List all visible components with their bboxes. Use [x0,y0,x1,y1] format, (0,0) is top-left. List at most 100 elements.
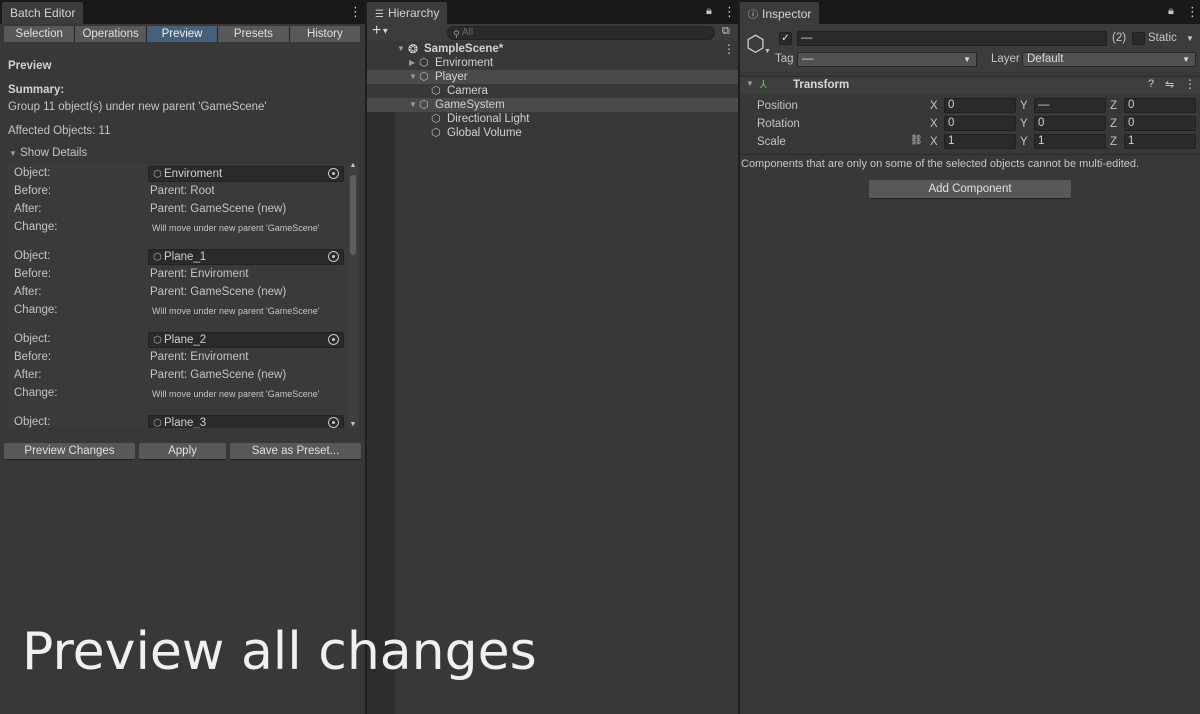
hierarchy-item-directional-light[interactable]: ⬡ Directional Light [367,112,738,126]
axis-x-label[interactable]: X [930,118,938,130]
scale-label: Scale [757,136,786,148]
scale-y-field[interactable]: 1 [1034,134,1106,149]
kebab-menu-icon[interactable]: ⋮ [349,4,362,20]
object-picker-icon[interactable] [328,417,339,428]
hierarchy-toolbar: +▼ ⚲ All ⧉ [367,22,738,41]
collapsed-arrow-icon: ▶ [409,58,416,67]
gameobject-cube-icon: ⬡ [419,57,429,69]
axis-x-label[interactable]: X [930,100,938,112]
rotation-y-field[interactable]: 0 [1034,116,1106,131]
tab-batch-editor[interactable]: Batch Editor [2,2,84,24]
create-plus-icon[interactable]: +▼ [372,22,389,40]
scale-x-field[interactable]: 1 [944,134,1016,149]
tab-history[interactable]: History [289,26,361,42]
tab-preview[interactable]: Preview [146,26,218,42]
scene-search-icon[interactable]: ⧉ [722,25,730,38]
component-menu-icon[interactable]: ⋮ [1184,77,1196,91]
axis-z-label[interactable]: Z [1110,118,1117,130]
show-details-foldout[interactable]: ▼ Show Details [9,147,87,159]
gameobject-cube-icon: ⬡ [431,113,441,125]
hierarchy-item-global-volume[interactable]: ⬡ Global Volume [367,126,738,140]
tag-dropdown[interactable]: — ▼ [797,52,977,67]
panel-splitter[interactable] [365,0,367,714]
details-scroll-view[interactable]: Object: Before: After: Change: ⬡ Enviroment Pa… [4,163,360,428]
tab-inspector[interactable]: ⓘ Inspector [740,2,820,24]
object-name-field[interactable]: — [797,31,1107,46]
summary-text: Group 11 object(s) under new parent 'Gam… [8,101,267,113]
lock-icon[interactable]: 🔒︎ [706,5,712,18]
active-checkbox[interactable]: ✓ [779,32,792,45]
object-field[interactable]: ⬡ Plane_1 [148,249,344,265]
scroll-down-arrow-icon[interactable]: ▼ [348,421,358,428]
kebab-menu-icon[interactable]: ⋮ [1186,4,1199,20]
apply-button[interactable]: Apply [139,443,226,460]
scene-menu-icon[interactable]: ⋮ [723,42,735,56]
kebab-menu-icon[interactable]: ⋮ [723,4,736,20]
tab-selection[interactable]: Selection [4,26,75,42]
detail-object-label: Object: [14,416,51,428]
hierarchy-item-label: Directional Light [447,113,530,125]
detail-before-label: Before: [14,185,52,197]
presets-sliders-icon[interactable]: ⇋ [1165,78,1174,91]
chevron-down-icon: ▼ [963,55,971,64]
hierarchy-tabbar: ☰ Hierarchy 🔒︎ ⋮ [367,0,738,24]
preview-changes-button[interactable]: Preview Changes [4,443,135,460]
scroll-thumb[interactable] [350,175,356,255]
object-picker-icon[interactable] [328,334,339,345]
detail-before-value: Parent: Enviroment [150,351,249,363]
object-field[interactable]: ⬡ Plane_2 [148,332,344,348]
axis-x-label[interactable]: X [930,136,938,148]
tab-presets[interactable]: Presets [218,26,289,42]
object-field[interactable]: ⬡ Plane_3 [148,415,344,428]
scroll-up-arrow-icon[interactable]: ▲ [348,163,358,169]
object-picker-icon[interactable] [328,251,339,262]
detail-before-value: Parent: Enviroment [150,268,249,280]
axis-y-label[interactable]: Y [1020,100,1028,112]
scale-z-field[interactable]: 1 [1124,134,1196,149]
add-component-button[interactable]: Add Component [869,180,1071,199]
constrain-proportions-link-icon[interactable]: ⛓ [910,135,923,146]
help-icon[interactable]: ? [1148,78,1154,90]
static-checkbox[interactable] [1132,32,1145,45]
rotation-x-field[interactable]: 0 [944,116,1016,131]
axis-z-label[interactable]: Z [1110,100,1117,112]
panel-splitter[interactable] [738,0,740,714]
expanded-arrow-icon: ▼ [409,72,417,81]
axis-y-label[interactable]: Y [1020,136,1028,148]
position-y-field[interactable]: — [1034,98,1106,113]
icon-dropdown-caret-icon[interactable]: ▼ [764,48,771,55]
scene-row[interactable]: ▼ ❂ SampleScene* ⋮ [367,42,738,56]
tab-operations[interactable]: Operations [75,26,146,42]
hierarchy-item-player[interactable]: ▼ ⬡ Player [367,70,738,84]
foldout-arrow-icon: ▼ [746,79,754,88]
position-row: Position X 0 Y — Z 0 [740,98,1200,115]
tab-hierarchy[interactable]: ☰ Hierarchy [367,2,448,24]
save-preset-button[interactable]: Save as Preset... [230,443,361,460]
detail-object-label: Object: [14,167,51,179]
hierarchy-search-input[interactable]: ⚲ All [447,26,715,40]
gameobject-cube-icon: ⬡ [419,71,429,83]
details-scrollbar[interactable]: ▲ ▼ [348,163,358,428]
layer-dropdown[interactable]: Default ▼ [1022,52,1196,67]
fold-arrow-icon: ▼ [397,44,405,53]
object-picker-icon[interactable] [328,168,339,179]
lock-icon[interactable]: 🔒︎ [1168,5,1174,18]
hierarchy-item-enviroment[interactable]: ▶ ⬡ Enviroment [367,56,738,70]
rotation-z-field[interactable]: 0 [1124,116,1196,131]
multi-edit-warning: Components that are only on some of the … [741,158,1140,170]
object-field[interactable]: ⬡ Enviroment [148,166,344,182]
gameobject-cube-icon[interactable]: ⬡ [746,31,765,57]
hierarchy-item-camera[interactable]: ⬡ Camera [367,84,738,98]
hierarchy-item-gamesystem[interactable]: ▼ ⬡ GameSystem [367,98,738,112]
axis-y-label[interactable]: Y [1020,118,1028,130]
detail-change-value: Will move under new parent 'GameScene' [152,223,320,233]
static-dropdown-caret-icon[interactable]: ▼ [1186,34,1194,43]
divider [740,154,1200,155]
position-label: Position [757,100,798,112]
position-z-field[interactable]: 0 [1124,98,1196,113]
position-x-field[interactable]: 0 [944,98,1016,113]
tag-value: — [802,53,814,65]
transform-component-header[interactable]: ▼ ⅄ Transform ? ⇋ ⋮ [740,76,1200,94]
axis-z-label[interactable]: Z [1110,136,1117,148]
gameobject-cube-icon: ⬡ [419,99,429,111]
